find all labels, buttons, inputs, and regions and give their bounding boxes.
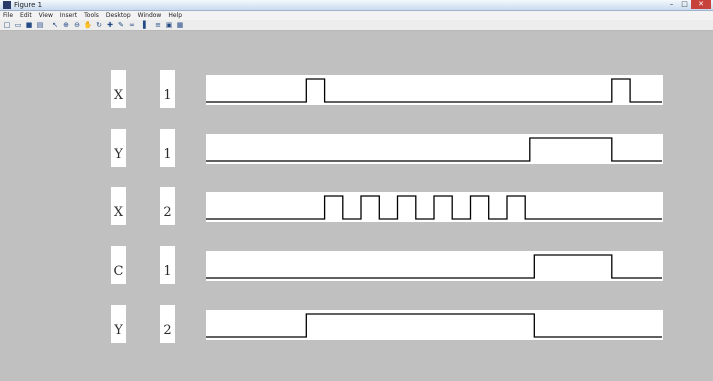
- signal-trace-line: [206, 313, 662, 338]
- rotate-icon[interactable]: ↻: [94, 21, 104, 30]
- print-icon[interactable]: ▤: [35, 21, 45, 30]
- menu-window[interactable]: Window: [135, 11, 166, 20]
- signal-index-text: 2: [163, 323, 172, 338]
- signal-plot: [206, 195, 662, 220]
- menu-file[interactable]: File: [0, 11, 17, 20]
- hide-tools-icon[interactable]: ▣: [164, 21, 174, 30]
- signal-name-text: X: [113, 205, 124, 220]
- menu-insert[interactable]: Insert: [57, 11, 81, 20]
- signal-index-label: 1: [160, 246, 175, 284]
- signal-name-label: Y: [111, 129, 126, 167]
- signal-index-text: 2: [163, 205, 172, 220]
- brush-icon[interactable]: ✎: [116, 21, 126, 30]
- signal-name-label: C: [111, 246, 126, 284]
- maximize-button[interactable]: □: [678, 0, 691, 9]
- menu-tools[interactable]: Tools: [81, 11, 103, 20]
- zoom-out-icon[interactable]: ⊖: [72, 21, 82, 30]
- signal-index-label: 2: [160, 187, 175, 225]
- signal-axes[interactable]: [206, 310, 663, 340]
- signal-name-text: Y: [114, 323, 123, 338]
- zoom-in-icon[interactable]: ⊕: [61, 21, 71, 30]
- signal-axes[interactable]: [206, 251, 663, 281]
- window-controls: – □ ✕: [665, 0, 711, 9]
- signal-axes[interactable]: [206, 75, 663, 105]
- menu-desktop[interactable]: Desktop: [103, 11, 135, 20]
- signal-plot: [206, 137, 662, 162]
- signal-name-text: C: [113, 264, 124, 279]
- signal-trace-line: [206, 254, 662, 279]
- figure-canvas: X 1 Y 1 X 2 C 1 Y 2: [9, 32, 713, 381]
- figure-toolbar: □ ▭ ■ ▤ ↖ ⊕ ⊖ ✋ ↻ ✚ ✎ ∞ ▐ ≡ ▣ ▦: [0, 20, 713, 31]
- signal-trace-line: [206, 78, 662, 103]
- edit-plot-icon[interactable]: ↖: [50, 21, 60, 30]
- data-cursor-icon[interactable]: ✚: [105, 21, 115, 30]
- signal-index-text: 1: [163, 264, 172, 279]
- signal-name-label: X: [111, 70, 126, 108]
- signal-name-label: Y: [111, 305, 126, 343]
- minimize-button[interactable]: –: [665, 0, 678, 9]
- colorbar-icon[interactable]: ▐: [138, 21, 148, 30]
- open-file-icon[interactable]: ▭: [13, 21, 23, 30]
- signal-axes[interactable]: [206, 192, 663, 222]
- signal-plot: [206, 78, 662, 103]
- signal-index-text: 1: [163, 88, 172, 103]
- signal-index-text: 1: [163, 147, 172, 162]
- new-figure-icon[interactable]: □: [2, 21, 12, 30]
- signal-trace-line: [206, 137, 662, 162]
- signal-axes[interactable]: [206, 134, 663, 164]
- signal-trace-line: [206, 195, 662, 220]
- menu-edit[interactable]: Edit: [17, 11, 36, 20]
- window-title: Figure 1: [14, 1, 43, 9]
- signal-name-label: X: [111, 187, 126, 225]
- signal-index-label: 1: [160, 70, 175, 108]
- signal-name-text: X: [113, 88, 124, 103]
- pan-icon[interactable]: ✋: [83, 21, 93, 30]
- close-button[interactable]: ✕: [691, 0, 711, 9]
- signal-index-label: 1: [160, 129, 175, 167]
- save-icon[interactable]: ■: [24, 21, 34, 30]
- signal-plot: [206, 313, 662, 338]
- matlab-figure-icon: [3, 1, 11, 9]
- signal-plot: [206, 254, 662, 279]
- menu-bar: File Edit View Insert Tools Desktop Wind…: [0, 11, 713, 20]
- menu-view[interactable]: View: [36, 11, 57, 20]
- link-icon[interactable]: ∞: [127, 21, 137, 30]
- show-tools-icon[interactable]: ▦: [175, 21, 185, 30]
- menu-help[interactable]: Help: [165, 11, 186, 20]
- signal-name-text: Y: [114, 147, 123, 162]
- signal-index-label: 2: [160, 305, 175, 343]
- legend-icon[interactable]: ≡: [153, 21, 163, 30]
- window-title-bar: Figure 1 – □ ✕: [0, 0, 713, 11]
